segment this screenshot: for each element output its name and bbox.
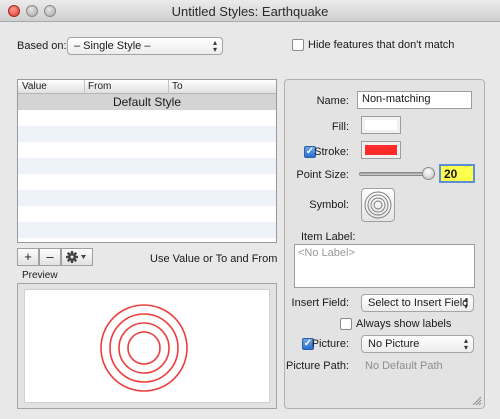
- table-row[interactable]: [18, 222, 276, 238]
- fill-color-swatch: [365, 120, 397, 130]
- always-show-labels-checkbox[interactable]: [340, 318, 352, 330]
- styles-table[interactable]: Value From To Default Style: [17, 79, 277, 243]
- earthquake-symbol-preview: [100, 304, 188, 392]
- style-inspector-panel: Name: Non-matching Fill: ✓ Stroke: Point…: [284, 79, 485, 409]
- insert-field-label: Insert Field:: [291, 297, 349, 309]
- hide-features-label: Hide features that don't match: [308, 39, 455, 51]
- based-on-value: – Single Style –: [74, 40, 151, 52]
- always-show-labels-label: Always show labels: [356, 318, 452, 330]
- actions-menu-button[interactable]: [61, 248, 93, 266]
- name-field[interactable]: Non-matching: [357, 91, 472, 109]
- table-row[interactable]: [18, 174, 276, 190]
- point-size-label: Point Size:: [296, 169, 349, 181]
- item-label-field[interactable]: <No Label>: [294, 244, 475, 288]
- column-header-value[interactable]: Value: [22, 81, 47, 92]
- picture-value: No Picture: [368, 338, 420, 350]
- table-row[interactable]: [18, 126, 276, 142]
- stroke-color-swatch: [365, 145, 397, 155]
- preview-label: Preview: [22, 270, 58, 281]
- table-header: Value From To: [18, 80, 276, 94]
- window-title: Untitled Styles: Earthquake: [171, 4, 329, 19]
- add-style-button[interactable]: +: [17, 248, 39, 266]
- table-row[interactable]: [18, 206, 276, 222]
- table-row[interactable]: [18, 158, 276, 174]
- hide-features-checkbox[interactable]: [292, 39, 304, 51]
- name-label: Name:: [316, 95, 349, 107]
- table-row-default-style[interactable]: Default Style: [18, 94, 276, 110]
- column-header-from[interactable]: From: [88, 81, 111, 92]
- symbol-picker[interactable]: [361, 188, 395, 222]
- point-size-field[interactable]: 20: [439, 164, 475, 183]
- earthquake-symbol-icon: [364, 191, 392, 219]
- remove-style-button[interactable]: –: [39, 248, 61, 266]
- table-row[interactable]: [18, 110, 276, 126]
- popup-arrows-icon: ▴ ▾: [463, 336, 468, 352]
- picture-label: Picture:: [311, 338, 349, 350]
- title-bar: Untitled Styles: Earthquake: [0, 0, 500, 22]
- symbol-label: Symbol:: [309, 199, 349, 211]
- popup-arrows-icon: ▴ ▾: [212, 38, 217, 54]
- picture-path-value: No Default Path: [365, 360, 443, 372]
- based-on-popup[interactable]: – Single Style – ▴ ▾: [67, 37, 223, 55]
- use-value-hint: Use Value or To and From: [150, 253, 278, 265]
- item-label-label: Item Label:: [301, 231, 356, 243]
- preview-box: [17, 283, 277, 409]
- fill-color-well[interactable]: [361, 116, 401, 134]
- insert-field-popup[interactable]: Select to Insert Field ▴ ▾: [361, 294, 474, 312]
- table-row[interactable]: [18, 190, 276, 206]
- stroke-label: Stroke:: [314, 146, 349, 158]
- based-on-label: Based on:: [17, 40, 67, 52]
- point-size-slider-knob[interactable]: [422, 167, 435, 180]
- preview-canvas: [24, 289, 270, 403]
- gear-icon: [66, 251, 86, 263]
- fill-label: Fill:: [331, 121, 349, 133]
- insert-field-value: Select to Insert Field: [368, 297, 469, 309]
- picture-path-label: Picture Path:: [286, 360, 349, 372]
- resize-grip-icon[interactable]: [471, 395, 482, 406]
- column-header-to[interactable]: To: [172, 81, 183, 92]
- stroke-color-well[interactable]: [361, 141, 401, 159]
- table-row[interactable]: [18, 142, 276, 158]
- picture-popup[interactable]: No Picture ▴ ▾: [361, 335, 474, 353]
- popup-arrows-icon: ▴ ▾: [463, 295, 468, 311]
